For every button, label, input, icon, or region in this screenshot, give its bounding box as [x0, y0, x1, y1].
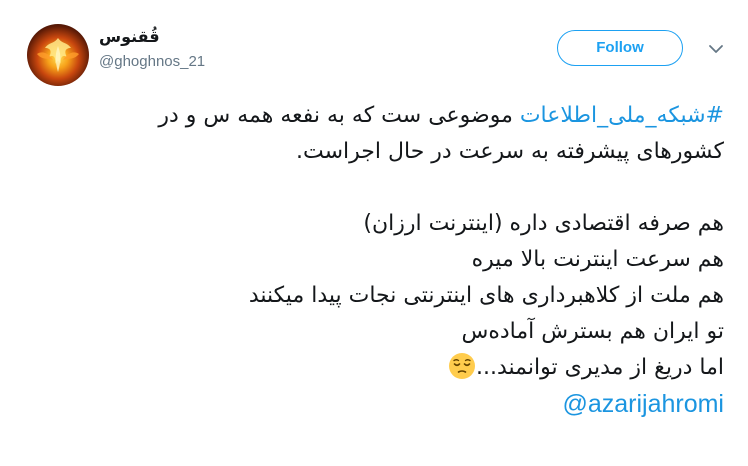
- tweet-text: #شبکه_ملی_اطلاعات موضوعی ست که به نفعه ه…: [24, 98, 724, 422]
- tweet-line-4: هم سرعت اینترنت بالا میره: [471, 247, 724, 272]
- tweet-line-1: #شبکه_ملی_اطلاعات موضوعی ست که به نفعه ه…: [24, 98, 724, 134]
- pensive-face-emoji-icon: [448, 352, 476, 380]
- tweet-line-6: تو ایران هم بسترش آماده‌س: [461, 319, 724, 344]
- author-avatar[interactable]: [27, 24, 89, 86]
- tweet-line-3: هم صرفه اقتصادی داره (اینترنت ارزان): [363, 211, 724, 236]
- author-handle[interactable]: @ghoghnos_21: [99, 51, 205, 73]
- tweet-line-5: هم ملت از کلاهبرداری های اینترنتی نجات پ…: [248, 283, 724, 308]
- tweet-options-button[interactable]: [707, 40, 725, 58]
- chevron-down-icon: [709, 45, 723, 53]
- tweet-line-7: اما دریغ از مدیری توانمند...: [24, 350, 724, 386]
- author-display-name[interactable]: قُقنوس: [99, 26, 205, 48]
- tweet-card: قُقنوس @ghoghnos_21 Follow #شبکه_ملی_اطل…: [0, 0, 748, 466]
- tweet-line-8: @azarijahromi: [24, 386, 724, 422]
- hashtag-link[interactable]: #شبکه_ملی_اطلاعات: [520, 103, 724, 128]
- mention-link[interactable]: @azarijahromi: [562, 390, 724, 418]
- tweet-line-1-text: موضوعی ست که به نفعه همه س و در: [158, 103, 520, 128]
- tweet-header: قُقنوس @ghoghnos_21 Follow: [0, 0, 748, 90]
- author-names: قُقنوس @ghoghnos_21: [99, 26, 205, 73]
- tweet-line-7-text: اما دریغ از مدیری توانمند...: [476, 355, 724, 380]
- phoenix-icon: [37, 38, 79, 72]
- tweet-line-2: کشورهای پیشرفته به سرعت در حال اجراست.: [296, 139, 724, 164]
- follow-button[interactable]: Follow: [557, 30, 683, 66]
